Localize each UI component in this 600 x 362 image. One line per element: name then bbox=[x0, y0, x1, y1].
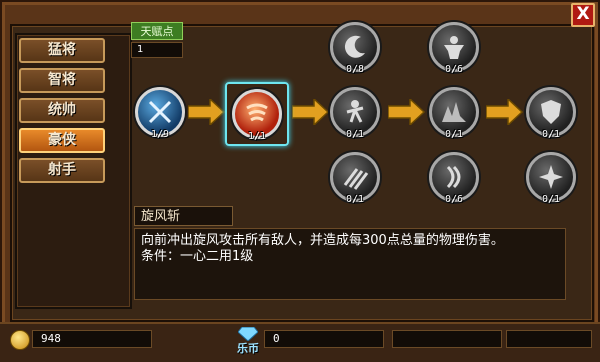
currency-slot bbox=[392, 330, 502, 348]
skill-count: 1/9 bbox=[150, 129, 170, 140]
tab-mengjiang[interactable]: 猛将 bbox=[19, 38, 105, 63]
skill-node-shuriken[interactable]: 0/1 bbox=[526, 152, 576, 205]
skill-count: 0/1 bbox=[541, 129, 561, 140]
diamond-icon bbox=[238, 327, 258, 341]
runner-icon bbox=[346, 100, 364, 123]
whirlwind-icon bbox=[246, 103, 268, 122]
tab-haoxia[interactable]: 豪侠 bbox=[19, 128, 105, 153]
tab-zhijiang[interactable]: 智将 bbox=[19, 68, 105, 93]
shuriken-icon bbox=[539, 165, 563, 189]
skill-node-whirlwind[interactable]: 1/1 bbox=[232, 89, 282, 142]
currency-slot bbox=[506, 330, 592, 348]
selected-skill-name: 旋风斩 bbox=[134, 206, 233, 226]
skill-count: 0/8 bbox=[345, 64, 365, 75]
skill-node-crescent-slash[interactable]: 0/8 bbox=[330, 22, 380, 75]
skill-node-rock-spikes[interactable]: 0/1 bbox=[429, 87, 479, 140]
lebi-label: 乐币 bbox=[237, 342, 259, 355]
crescent-slash-icon bbox=[344, 35, 365, 58]
skill-count: 0/1 bbox=[345, 194, 365, 205]
arrow-icon bbox=[292, 99, 330, 125]
skill-condition: 条件：一心二用1级 bbox=[141, 249, 254, 264]
skill-count: 0/1 bbox=[444, 129, 464, 140]
close-button[interactable]: X bbox=[571, 3, 595, 27]
skill-node-crossed-swords[interactable]: 1/9 bbox=[135, 87, 185, 140]
shield-icon bbox=[541, 100, 561, 124]
skill-count: 0/6 bbox=[444, 194, 464, 205]
skill-description-panel: 向前冲出旋风攻击所有敌人，并造成每300点总量的物理伤害。 条件：一心二用1级 bbox=[134, 228, 566, 300]
wind-blade-icon bbox=[446, 165, 461, 189]
skill-count: 0/1 bbox=[345, 129, 365, 140]
gold-amount: 948 bbox=[32, 330, 152, 348]
arrow-icon bbox=[188, 99, 226, 125]
skill-count: 1/1 bbox=[247, 131, 267, 142]
skill-count: 0/1 bbox=[541, 194, 561, 205]
skill-node-claw[interactable]: 0/1 bbox=[330, 152, 380, 205]
talent-points-label: 天赋点 bbox=[131, 22, 183, 40]
talent-points-value: 1 bbox=[131, 42, 183, 58]
crossed-swords-icon bbox=[148, 100, 172, 124]
claw-icon bbox=[343, 168, 369, 190]
tab-sheshou[interactable]: 射手 bbox=[19, 158, 105, 183]
skill-node-wind-blade[interactable]: 0/6 bbox=[429, 152, 479, 205]
tab-tongshuai[interactable]: 统帅 bbox=[19, 98, 105, 123]
skill-node-runner[interactable]: 0/1 bbox=[330, 87, 380, 140]
skill-node-strongman[interactable]: 0/6 bbox=[429, 22, 479, 75]
skill-count: 0/6 bbox=[444, 64, 464, 75]
arrow-icon bbox=[388, 99, 426, 125]
gold-coin-icon bbox=[10, 330, 30, 350]
rock-spikes-icon bbox=[442, 102, 466, 122]
lebi-amount: 0 bbox=[264, 330, 384, 348]
strongman-icon bbox=[444, 36, 464, 59]
skill-description: 向前冲出旋风攻击所有敌人，并造成每300点总量的物理伤害。 bbox=[141, 233, 504, 248]
arrow-icon bbox=[486, 99, 524, 125]
skill-node-shield[interactable]: 0/1 bbox=[526, 87, 576, 140]
